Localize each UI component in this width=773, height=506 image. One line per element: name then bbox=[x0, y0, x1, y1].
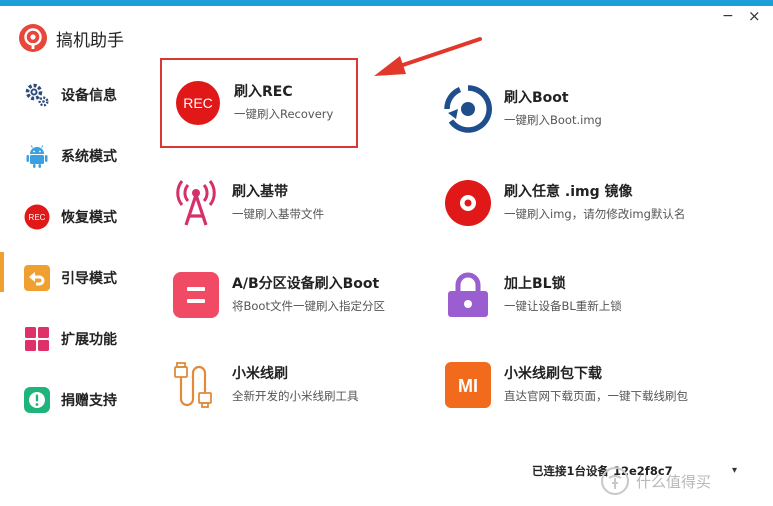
boot-icon bbox=[444, 85, 492, 133]
sidebar-item-label: 扩展功能 bbox=[61, 331, 117, 348]
lock-icon bbox=[444, 271, 492, 319]
card-desc: 一键刷入img，请勿修改img默认名 bbox=[504, 207, 686, 221]
card-desc: 一键刷入Boot.img bbox=[504, 113, 602, 127]
app-header: 搞机助手 bbox=[18, 22, 124, 54]
ab-partition-boot-card[interactable]: A/B分区设备刷入Boot 将Boot文件一键刷入指定分区 bbox=[160, 250, 430, 340]
sidebar-item-extensions[interactable]: 扩展功能 bbox=[0, 308, 150, 369]
device-dropdown-icon[interactable]: ▾ bbox=[732, 465, 737, 476]
mi-logo-text: MI bbox=[458, 376, 478, 396]
antenna-icon bbox=[172, 179, 220, 227]
sidebar: 设备信息 系统模式 REC 恢复模式 引导模式 扩展功能 捐赠支持 bbox=[0, 64, 150, 430]
watermark-icon bbox=[601, 467, 629, 495]
mi-logo-icon: MI bbox=[444, 361, 492, 409]
sidebar-item-recovery-mode[interactable]: REC 恢复模式 bbox=[0, 186, 150, 247]
watermark-text: 什么值得买 bbox=[636, 472, 712, 491]
sidebar-item-label: 捐赠支持 bbox=[61, 392, 117, 409]
app-title: 搞机助手 bbox=[56, 30, 124, 51]
bl-lock-card[interactable]: 加上BL锁 一键让设备BL重新上锁 bbox=[432, 250, 702, 340]
rec-icon: REC bbox=[24, 204, 50, 230]
card-desc: 一键刷入Recovery bbox=[234, 107, 334, 121]
flash-img-card[interactable]: 刷入任意 .img 镜像 一键刷入img，请勿修改img默认名 bbox=[432, 158, 732, 248]
app-logo-icon bbox=[19, 24, 47, 52]
watermark: 什么值得买 bbox=[600, 466, 711, 496]
flash-baseband-card[interactable]: 刷入基带 一键刷入基带文件 bbox=[160, 158, 430, 248]
grid-icon bbox=[24, 326, 50, 352]
card-title: 刷入Boot bbox=[504, 90, 569, 106]
sidebar-item-donate[interactable]: 捐赠支持 bbox=[0, 369, 150, 430]
sidebar-item-boot-mode[interactable]: 引导模式 bbox=[0, 247, 150, 308]
card-title: 刷入REC bbox=[234, 84, 293, 100]
sidebar-item-label: 设备信息 bbox=[61, 87, 117, 104]
sidebar-item-label: 系统模式 bbox=[61, 148, 117, 165]
minimize-button[interactable]: − bbox=[722, 8, 734, 24]
xiaomi-rom-download-card[interactable]: MI 小米线刷包下载 直达官网下载页面，一键下载线刷包 bbox=[432, 340, 732, 430]
sidebar-item-system-mode[interactable]: 系统模式 bbox=[0, 125, 150, 186]
card-desc: 一键刷入基带文件 bbox=[232, 207, 324, 221]
flash-rec-card[interactable]: REC 刷入REC 一键刷入Recovery bbox=[160, 58, 358, 148]
partition-icon bbox=[172, 271, 220, 319]
close-button[interactable]: × bbox=[748, 8, 761, 24]
card-title: 小米线刷 bbox=[232, 366, 288, 382]
sidebar-item-label: 引导模式 bbox=[61, 270, 117, 287]
card-desc: 直达官网下载页面，一键下载线刷包 bbox=[504, 389, 688, 403]
card-title: 刷入任意 .img 镜像 bbox=[504, 184, 633, 200]
rec-icon-text: REC bbox=[29, 213, 46, 222]
card-desc: 一键让设备BL重新上锁 bbox=[504, 299, 622, 313]
android-icon bbox=[24, 143, 50, 169]
sidebar-item-label: 恢复模式 bbox=[61, 209, 117, 226]
card-desc: 将Boot文件一键刷入指定分区 bbox=[232, 299, 385, 313]
card-title: A/B分区设备刷入Boot bbox=[232, 276, 380, 292]
xiaomi-flash-card[interactable]: 小米线刷 全新开发的小米线刷工具 bbox=[160, 340, 430, 430]
usb-cable-icon bbox=[172, 361, 220, 409]
title-accent-bar bbox=[0, 0, 773, 6]
annotation-arrow-icon bbox=[374, 37, 482, 76]
disc-icon bbox=[444, 179, 492, 227]
rec-icon: REC bbox=[174, 79, 222, 127]
card-title: 刷入基带 bbox=[232, 184, 288, 200]
gears-icon bbox=[24, 82, 50, 108]
sidebar-item-device-info[interactable]: 设备信息 bbox=[0, 64, 150, 125]
alert-icon bbox=[24, 386, 50, 413]
card-title: 加上BL锁 bbox=[504, 276, 566, 292]
rec-icon-text: REC bbox=[183, 95, 213, 111]
card-title: 小米线刷包下载 bbox=[504, 366, 602, 382]
back-arrow-icon bbox=[24, 264, 50, 291]
card-desc: 全新开发的小米线刷工具 bbox=[232, 389, 359, 403]
